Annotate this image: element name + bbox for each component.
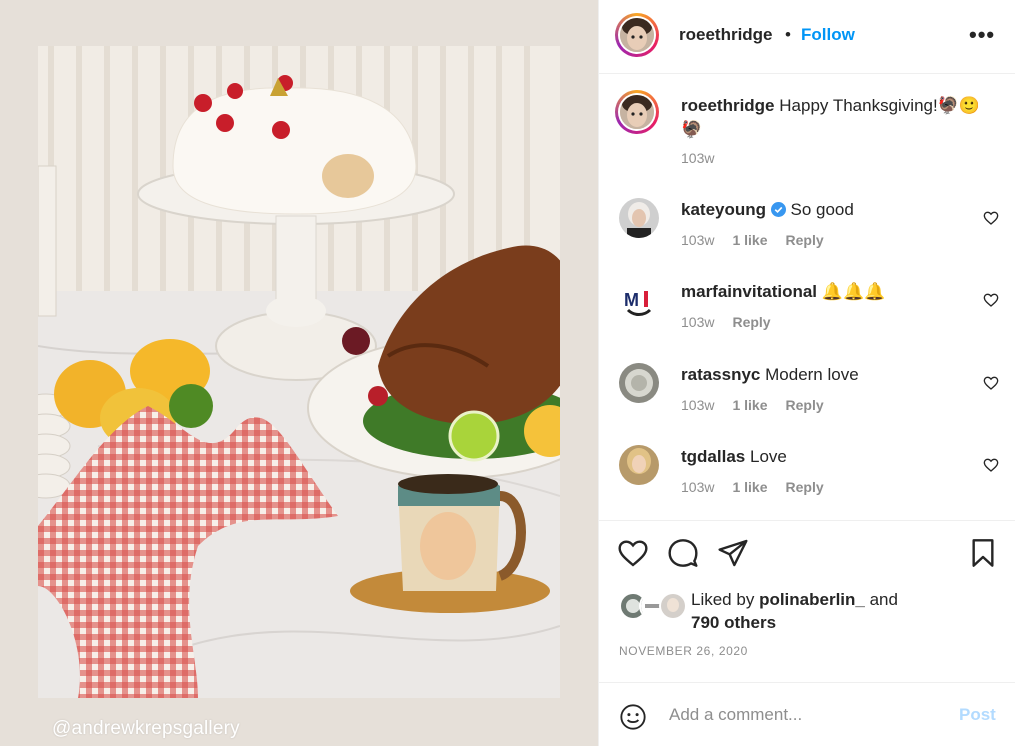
author-avatar[interactable]	[615, 13, 659, 57]
comment-text: tgdallas Love	[681, 445, 981, 469]
comments-list[interactable]: roeethridge Happy Thanksgiving!🦃🙂🦃 103w …	[599, 74, 1015, 520]
comment-age: 103w	[681, 397, 715, 413]
caption-avatar[interactable]	[615, 90, 659, 134]
comment-meta: 103w Reply	[681, 314, 771, 330]
liked-by-summary: Liked by polinaberlin_ and 790 others	[619, 588, 999, 634]
comment-item: ratassnyc Modern love 103w 1 like Reply	[599, 363, 1015, 423]
commenter-avatar[interactable]	[619, 198, 659, 238]
caption-age: 103w	[681, 150, 715, 166]
comment-meta: 103w 1 like Reply	[681, 397, 824, 413]
comment-item: M marfainvitational 🔔🔔🔔 103w Reply	[599, 280, 1015, 340]
smiley-icon[interactable]	[619, 703, 647, 731]
post-header: roeethridge • Follow •••	[599, 0, 1015, 74]
liker-avatar	[659, 592, 687, 620]
comment-like-heart-icon[interactable]	[983, 375, 999, 391]
comment-body: Love	[749, 447, 787, 466]
comment-age: 103w	[681, 314, 715, 330]
commenter-avatar[interactable]	[619, 363, 659, 403]
comment-meta: 103w 1 like Reply	[681, 232, 824, 248]
reply-button[interactable]: Reply	[786, 397, 824, 413]
reply-button[interactable]: Reply	[732, 314, 770, 330]
caption-text: roeethridge Happy Thanksgiving!🦃🙂🦃	[681, 94, 981, 142]
commenter-avatar[interactable]: M	[619, 280, 659, 320]
comment-body: 🔔🔔🔔	[821, 282, 886, 301]
comment-like-heart-icon[interactable]	[983, 210, 999, 226]
reply-button[interactable]: Reply	[786, 232, 824, 248]
comment-like-heart-icon[interactable]	[983, 457, 999, 473]
comment-body: Modern love	[765, 365, 859, 384]
post-details-panel: roeethridge • Follow ••• roeethridge Hap…	[599, 0, 1015, 746]
reply-button[interactable]: Reply	[786, 479, 824, 495]
comment-likes[interactable]: 1 like	[732, 479, 767, 495]
commenter-username[interactable]: ratassnyc	[681, 365, 760, 384]
comment-input[interactable]: Add a comment...	[669, 705, 802, 725]
svg-text:M: M	[624, 290, 639, 310]
comment-likes[interactable]: 1 like	[732, 397, 767, 413]
comment-text: marfainvitational 🔔🔔🔔	[681, 280, 981, 304]
comment-text: kateyoung So good	[681, 198, 981, 222]
photo-credit-watermark: @andrewkrepsgallery	[52, 718, 240, 739]
commenter-username[interactable]: marfainvitational	[681, 282, 817, 301]
paper-plane-icon[interactable]	[717, 537, 749, 569]
post-photo[interactable]	[38, 46, 560, 698]
comment-likes[interactable]: 1 like	[732, 232, 767, 248]
liked-by-user[interactable]: polinaberlin_	[759, 590, 865, 609]
add-comment-bar: Add a comment... Post	[599, 682, 1015, 747]
comment-meta: 103w 1 like Reply	[681, 479, 824, 495]
post-date[interactable]: NOVEMBER 26, 2020	[619, 644, 748, 658]
liked-by-others[interactable]: 790 others	[691, 613, 776, 632]
author-username[interactable]: roeethridge	[679, 25, 773, 45]
follow-button[interactable]: Follow	[801, 25, 855, 45]
commenter-avatar[interactable]	[619, 445, 659, 485]
comment-age: 103w	[681, 232, 715, 248]
comment-text: ratassnyc Modern love	[681, 363, 981, 387]
post-comment-button[interactable]: Post	[959, 705, 996, 725]
caption-row: roeethridge Happy Thanksgiving!🦃🙂🦃 103w	[599, 90, 1015, 170]
heart-outline-icon[interactable]	[617, 537, 649, 569]
author-avatar-photo	[620, 18, 654, 52]
thanksgiving-table-illustration	[38, 46, 560, 698]
liked-by-prefix: Liked by	[691, 590, 755, 609]
comment-item: tgdallas Love 103w 1 like Reply	[599, 445, 1015, 505]
caption-username[interactable]: roeethridge	[681, 96, 775, 115]
commenter-username[interactable]: kateyoung	[681, 200, 766, 219]
comment-like-heart-icon[interactable]	[983, 292, 999, 308]
comment-body: So good	[790, 200, 854, 219]
comment-item: kateyoung So good 103w 1 like Reply	[599, 198, 1015, 258]
verified-badge-icon	[770, 202, 786, 217]
post-media-panel: @andrewkrepsgallery	[0, 0, 598, 746]
commenter-username[interactable]: tgdallas	[681, 447, 745, 466]
header-separator-dot: •	[785, 25, 791, 44]
more-options-icon[interactable]: •••	[969, 22, 995, 48]
liked-by-and: and	[869, 590, 898, 609]
speech-bubble-icon[interactable]	[667, 537, 699, 569]
bookmark-icon[interactable]	[967, 537, 999, 569]
comment-age: 103w	[681, 479, 715, 495]
liked-by-text: Liked by polinaberlin_ and 790 others	[691, 588, 898, 634]
caption-avatar-photo	[620, 95, 654, 129]
post-action-bar	[599, 521, 1015, 581]
